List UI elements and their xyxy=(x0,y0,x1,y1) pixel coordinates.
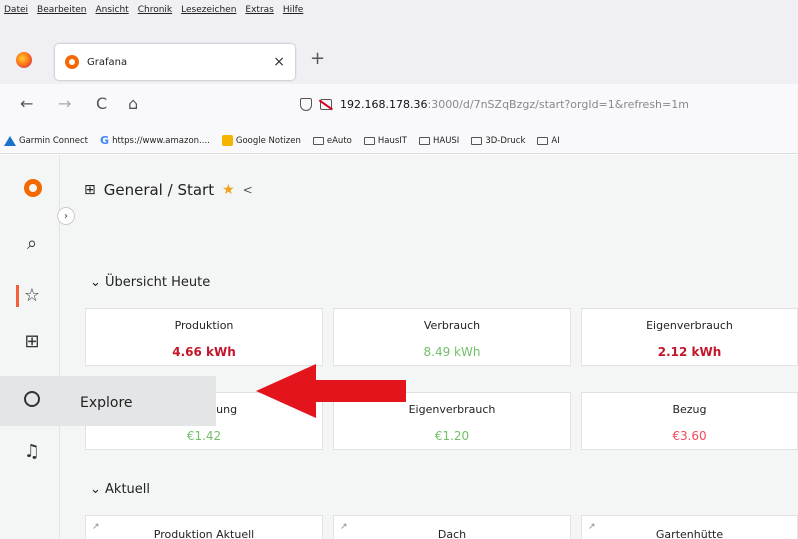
menu-ansicht[interactable]: Ansicht xyxy=(95,5,128,15)
tracking-shield-icon[interactable] xyxy=(300,98,312,111)
new-tab-button[interactable]: + xyxy=(310,48,325,69)
bookmark-folder-eauto[interactable]: eAuto xyxy=(312,136,352,146)
tab-title: Grafana xyxy=(87,56,128,68)
panel-verbrauch[interactable]: Verbrauch 8.49 kWh xyxy=(333,308,571,366)
google-g-icon: G xyxy=(100,134,110,147)
bookmark-amazon[interactable]: G https://www.amazon.... xyxy=(100,134,210,147)
dashboards-grid-icon: ⊞ xyxy=(84,182,96,198)
bookmark-google-notizen[interactable]: Google Notizen xyxy=(221,135,301,146)
tab-strip: Grafana × + xyxy=(0,20,798,84)
folder-icon xyxy=(418,136,430,145)
panel-value: €3.60 xyxy=(672,429,707,443)
reload-button[interactable]: C xyxy=(96,94,107,113)
folder-icon xyxy=(537,136,549,145)
dashboard-main: ⊞ General / Start ★ < ⌄ Übersicht Heute … xyxy=(60,155,798,539)
panel-value: 4.66 kWh xyxy=(172,345,236,359)
folder-icon xyxy=(363,136,375,145)
menu-datei[interactable]: Datei xyxy=(4,5,28,15)
explore-tooltip-label[interactable]: Explore xyxy=(80,395,133,411)
panel-produktion-aktuell[interactable]: ↗ Produktion Aktuell xyxy=(85,515,323,539)
grafana-logo-icon[interactable] xyxy=(24,179,42,197)
panel-eigenverbrauch[interactable]: Eigenverbrauch 2.12 kWh xyxy=(581,308,798,366)
url-host: 192.168.178.36 xyxy=(340,98,428,111)
panel-dach[interactable]: ↗ Dach xyxy=(333,515,571,539)
folder-icon xyxy=(471,136,483,145)
nav-bar: ← → C ⌂ 192.168.178.36:3000/d/7nSZqBzgz/… xyxy=(0,84,798,128)
active-indicator xyxy=(16,285,19,307)
menu-bearbeiten[interactable]: Bearbeiten xyxy=(37,5,86,15)
bookmark-folder-3d-druck[interactable]: 3D-Druck xyxy=(471,136,525,146)
forward-button[interactable]: → xyxy=(58,94,71,113)
garmin-triangle-icon xyxy=(4,135,16,146)
bookmark-garmin[interactable]: Garmin Connect xyxy=(4,135,88,146)
home-button[interactable]: ⌂ xyxy=(128,94,138,113)
row-uebersicht-heute[interactable]: ⌄ Übersicht Heute xyxy=(90,275,210,290)
url-path: :3000/d/7nSZqBzgz/start?orgId=1&refresh=… xyxy=(427,98,689,111)
panel-value: €1.20 xyxy=(434,429,470,443)
grafana-sidebar: › ⌕ ☆ ⊞ Explore ♫ xyxy=(0,155,216,539)
breadcrumb-text[interactable]: General / Start xyxy=(104,181,214,199)
explore-icon[interactable] xyxy=(24,391,40,407)
breadcrumb: ⊞ General / Start ★ < xyxy=(84,181,253,199)
grafana-favicon-icon xyxy=(65,55,79,69)
favorite-star-icon[interactable]: ★ xyxy=(222,182,235,198)
panel-produktion[interactable]: Produktion 4.66 kWh xyxy=(85,308,323,366)
menu-extras[interactable]: Extras xyxy=(245,5,273,15)
menu-hilfe[interactable]: Hilfe xyxy=(283,5,303,15)
sidebar-expand-button[interactable]: › xyxy=(57,207,75,225)
search-icon[interactable]: ⌕ xyxy=(22,233,42,254)
panel-value: €1.42 xyxy=(186,429,222,443)
folder-icon xyxy=(312,136,324,145)
notes-icon xyxy=(221,135,233,146)
share-icon[interactable]: < xyxy=(243,183,253,197)
tab-close-button[interactable]: × xyxy=(273,54,285,70)
bookmark-folder-ai[interactable]: AI xyxy=(537,136,560,146)
panel-value: 8.49 kWh xyxy=(423,345,481,359)
back-button[interactable]: ← xyxy=(20,94,33,113)
panel-value: 2.12 kWh xyxy=(657,345,722,359)
panel-bezug[interactable]: Bezug €3.60 xyxy=(581,392,798,450)
url-bar[interactable]: 192.168.178.36:3000/d/7nSZqBzgz/start?or… xyxy=(300,98,689,111)
tab-grafana[interactable]: Grafana × xyxy=(55,44,295,80)
bookmark-folder-hausi[interactable]: HAUSI xyxy=(418,136,459,146)
insecure-lock-icon[interactable] xyxy=(320,99,332,110)
arrow-shape xyxy=(256,364,406,418)
menu-lesezeichen[interactable]: Lesezeichen xyxy=(181,5,236,15)
menu-chronik[interactable]: Chronik xyxy=(138,5,172,15)
alert-bell-icon[interactable]: ♫ xyxy=(22,441,42,462)
dashboards-icon[interactable]: ⊞ xyxy=(22,331,42,352)
row-aktuell[interactable]: ⌄ Aktuell xyxy=(90,482,150,497)
star-icon[interactable]: ☆ xyxy=(22,285,42,306)
panel-gartenhuette[interactable]: ↗ Gartenhütte xyxy=(581,515,798,539)
bookmark-folder-hausit[interactable]: HausIT xyxy=(363,136,407,146)
bookmarks-bar: Garmin Connect G https://www.amazon.... … xyxy=(0,128,798,154)
menu-bar: Datei Bearbeiten Ansicht Chronik Lesezei… xyxy=(0,0,798,20)
red-arrow-annotation xyxy=(256,364,406,418)
firefox-logo-icon[interactable] xyxy=(16,52,32,68)
